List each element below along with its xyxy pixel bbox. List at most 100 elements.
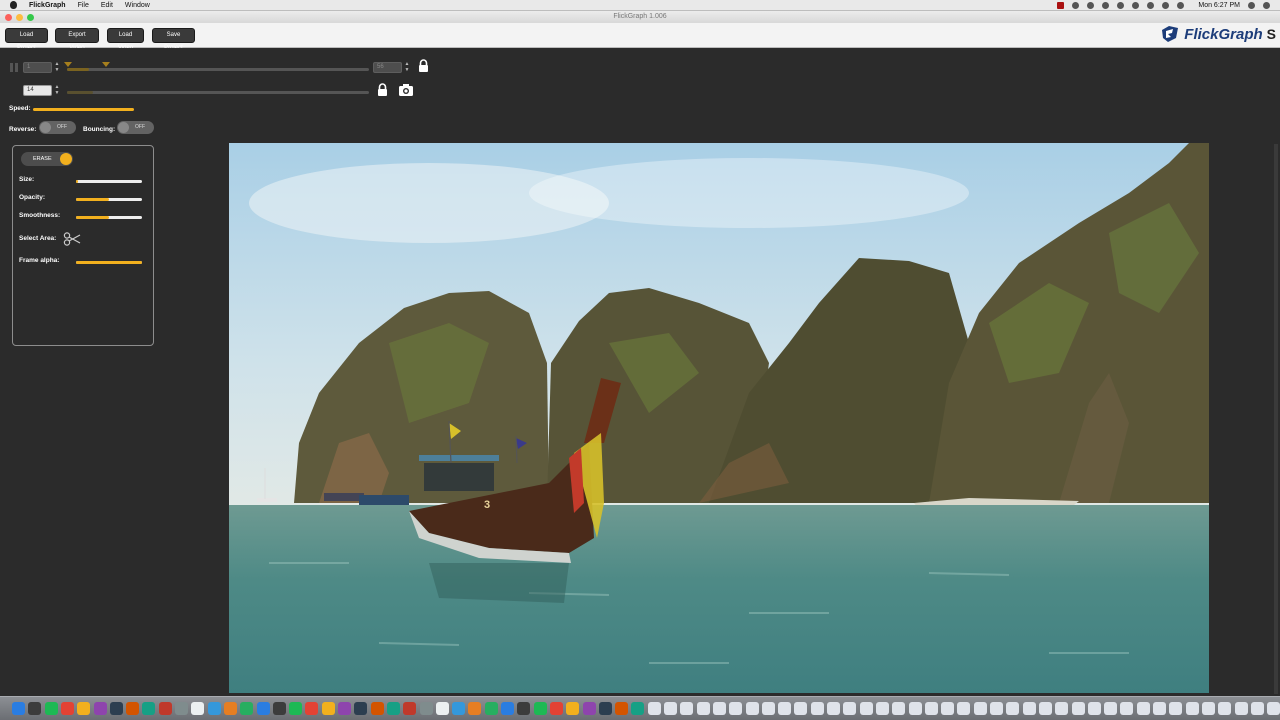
dock-app-icon[interactable] bbox=[549, 702, 563, 715]
start-frame-input[interactable]: 1 bbox=[23, 62, 52, 73]
end-frame-stepper[interactable]: ▲ ▼ bbox=[404, 61, 410, 73]
info-icon[interactable] bbox=[1072, 2, 1080, 9]
dock-app-icon[interactable] bbox=[191, 702, 205, 715]
dock-app-icon[interactable] bbox=[1250, 702, 1264, 715]
vpn-icon[interactable] bbox=[1102, 2, 1110, 9]
dock-app-icon[interactable] bbox=[924, 702, 938, 715]
close-window-button[interactable] bbox=[5, 13, 12, 21]
dock-app-icon[interactable] bbox=[794, 702, 808, 715]
scissors-icon[interactable] bbox=[63, 232, 81, 246]
opacity-slider[interactable] bbox=[76, 198, 142, 201]
sync-icon[interactable] bbox=[1087, 2, 1095, 9]
dock-app-icon[interactable] bbox=[680, 702, 694, 715]
dock-app-icon[interactable] bbox=[1022, 702, 1036, 715]
erase-toggle[interactable]: ERASE bbox=[21, 152, 73, 166]
export-video-button[interactable]: Export Video bbox=[55, 28, 99, 51]
dock-app-icon[interactable] bbox=[859, 702, 873, 715]
record-icon[interactable] bbox=[1057, 2, 1065, 9]
dock-app-icon[interactable] bbox=[892, 702, 906, 715]
smoothness-slider[interactable] bbox=[76, 216, 142, 219]
menu-file[interactable]: File bbox=[78, 2, 89, 9]
frame-alpha-slider[interactable] bbox=[76, 261, 142, 264]
range-track[interactable] bbox=[67, 68, 369, 71]
dock-app-icon[interactable] bbox=[109, 702, 123, 715]
dock-app-icon[interactable] bbox=[1055, 702, 1069, 715]
dock-app-icon[interactable] bbox=[778, 702, 792, 715]
dock-app-icon[interactable] bbox=[1087, 702, 1101, 715]
dock-app-icon[interactable] bbox=[452, 702, 466, 715]
speed-slider[interactable] bbox=[33, 108, 134, 111]
dock-app-icon[interactable] bbox=[875, 702, 889, 715]
dock-app-icon[interactable] bbox=[240, 702, 254, 715]
dock-app-icon[interactable] bbox=[1071, 702, 1085, 715]
dock-app-icon[interactable] bbox=[1185, 702, 1199, 715]
volume-icon[interactable] bbox=[1162, 2, 1170, 9]
dock-app-icon[interactable] bbox=[77, 702, 91, 715]
zoom-window-button[interactable] bbox=[27, 13, 34, 21]
dock-app-icon[interactable] bbox=[289, 702, 303, 715]
dock-app-icon[interactable] bbox=[386, 702, 400, 715]
dock-app-icon[interactable] bbox=[566, 702, 580, 715]
dock-app-icon[interactable] bbox=[533, 702, 547, 715]
dock-app-icon[interactable] bbox=[729, 702, 743, 715]
dock-app-icon[interactable] bbox=[501, 702, 514, 715]
spotlight-icon[interactable] bbox=[1248, 2, 1255, 9]
size-slider[interactable] bbox=[76, 180, 142, 183]
dock-app-icon[interactable] bbox=[93, 702, 107, 715]
end-frame-input[interactable]: 56 bbox=[373, 62, 402, 73]
menu-clock[interactable]: Mon 6:27 PM bbox=[1198, 2, 1240, 9]
save-project-button[interactable]: Save Project bbox=[152, 28, 195, 51]
dock-app-icon[interactable] bbox=[941, 702, 955, 715]
display-icon[interactable] bbox=[1177, 2, 1185, 9]
dock-app-icon[interactable] bbox=[1169, 702, 1183, 715]
dock-app-icon[interactable] bbox=[1201, 702, 1215, 715]
dock-app-icon[interactable] bbox=[990, 702, 1003, 715]
dock-app-icon[interactable] bbox=[1234, 702, 1248, 715]
dock-app-icon[interactable] bbox=[827, 702, 840, 715]
dock-app-icon[interactable] bbox=[435, 702, 449, 715]
menu-edit[interactable]: Edit bbox=[101, 2, 113, 9]
dock-app-icon[interactable] bbox=[696, 702, 710, 715]
dock-app-icon[interactable] bbox=[1136, 702, 1150, 715]
range-lock-icon[interactable] bbox=[418, 59, 429, 73]
range-start-marker[interactable] bbox=[64, 62, 72, 67]
dock-app-icon[interactable] bbox=[664, 702, 677, 715]
dock-app-icon[interactable] bbox=[745, 702, 759, 715]
dock-app-icon[interactable] bbox=[338, 702, 351, 715]
dock-app-icon[interactable] bbox=[403, 702, 417, 715]
notification-center-icon[interactable] bbox=[1263, 2, 1270, 9]
dock-app-icon[interactable] bbox=[419, 702, 433, 715]
frame-track[interactable] bbox=[67, 91, 369, 94]
dock-app-icon[interactable] bbox=[1006, 702, 1020, 715]
apple-icon[interactable] bbox=[10, 1, 17, 9]
dock-app-icon[interactable] bbox=[484, 702, 498, 715]
dock-app-icon[interactable] bbox=[582, 702, 596, 715]
dock-app-icon[interactable] bbox=[1153, 702, 1166, 715]
dock-app-icon[interactable] bbox=[207, 702, 221, 715]
wifi-icon[interactable] bbox=[1147, 2, 1155, 9]
dock-app-icon[interactable] bbox=[60, 702, 74, 715]
menu-window[interactable]: Window bbox=[125, 2, 150, 9]
pause-icon[interactable] bbox=[10, 63, 18, 72]
dock-app-icon[interactable] bbox=[305, 702, 319, 715]
viewport-scrollbar[interactable] bbox=[1274, 144, 1278, 694]
dock-app-icon[interactable] bbox=[843, 702, 857, 715]
dock-app-icon[interactable] bbox=[712, 702, 726, 715]
dock-app-icon[interactable] bbox=[1218, 702, 1232, 715]
dock-app-icon[interactable] bbox=[908, 702, 922, 715]
dock-app-icon[interactable] bbox=[354, 702, 368, 715]
dock-app-icon[interactable] bbox=[615, 702, 629, 715]
dock-app-icon[interactable] bbox=[957, 702, 971, 715]
playhead-marker[interactable] bbox=[102, 62, 110, 67]
dock-app-icon[interactable] bbox=[761, 702, 775, 715]
dock-app-icon[interactable] bbox=[1038, 702, 1052, 715]
dock-app-icon[interactable] bbox=[598, 702, 612, 715]
camera-icon[interactable] bbox=[398, 83, 414, 97]
bluetooth-icon[interactable] bbox=[1132, 2, 1140, 9]
load-video-button[interactable]: Load Video bbox=[107, 28, 144, 51]
start-frame-stepper[interactable]: ▲ ▼ bbox=[54, 61, 60, 73]
dock-app-icon[interactable] bbox=[631, 702, 645, 715]
dock-app-icon[interactable] bbox=[1267, 702, 1280, 715]
dock-app-icon[interactable] bbox=[647, 702, 661, 715]
dock-app-icon[interactable] bbox=[223, 702, 237, 715]
